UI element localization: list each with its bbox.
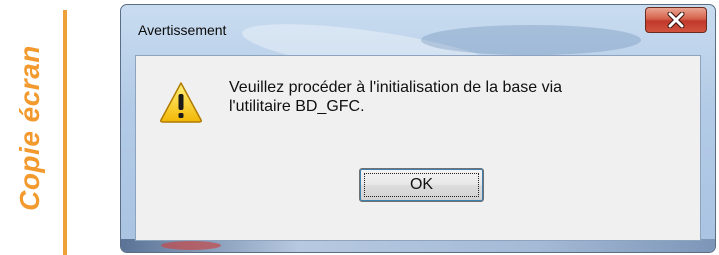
warning-dialog: Avertissement Veuillez procéder à l'init… [120, 4, 716, 253]
dialog-body: Veuillez procéder à l'initialisation de … [135, 55, 701, 241]
dialog-message: Veuillez procéder à l'initialisation de … [229, 78, 669, 116]
message-line: Veuillez procéder à l'initialisation de … [229, 79, 563, 96]
dialog-title: Avertissement [138, 22, 227, 38]
close-button[interactable] [645, 7, 707, 33]
ok-button-label: OK [409, 176, 434, 193]
screenshot-page: Copie écran Avertissement Veuillez procé… [0, 0, 719, 255]
warning-icon [158, 80, 204, 124]
background-decoration [161, 241, 221, 250]
message-line: l'utilitaire BD_GFC. [229, 98, 365, 115]
ok-button[interactable]: OK [359, 168, 484, 202]
dialog-titlebar[interactable]: Avertissement [121, 5, 715, 53]
close-icon [646, 8, 706, 32]
caption-text: Copie écran [14, 45, 45, 211]
side-divider [63, 10, 67, 255]
side-caption: Copie écran [0, 0, 60, 255]
